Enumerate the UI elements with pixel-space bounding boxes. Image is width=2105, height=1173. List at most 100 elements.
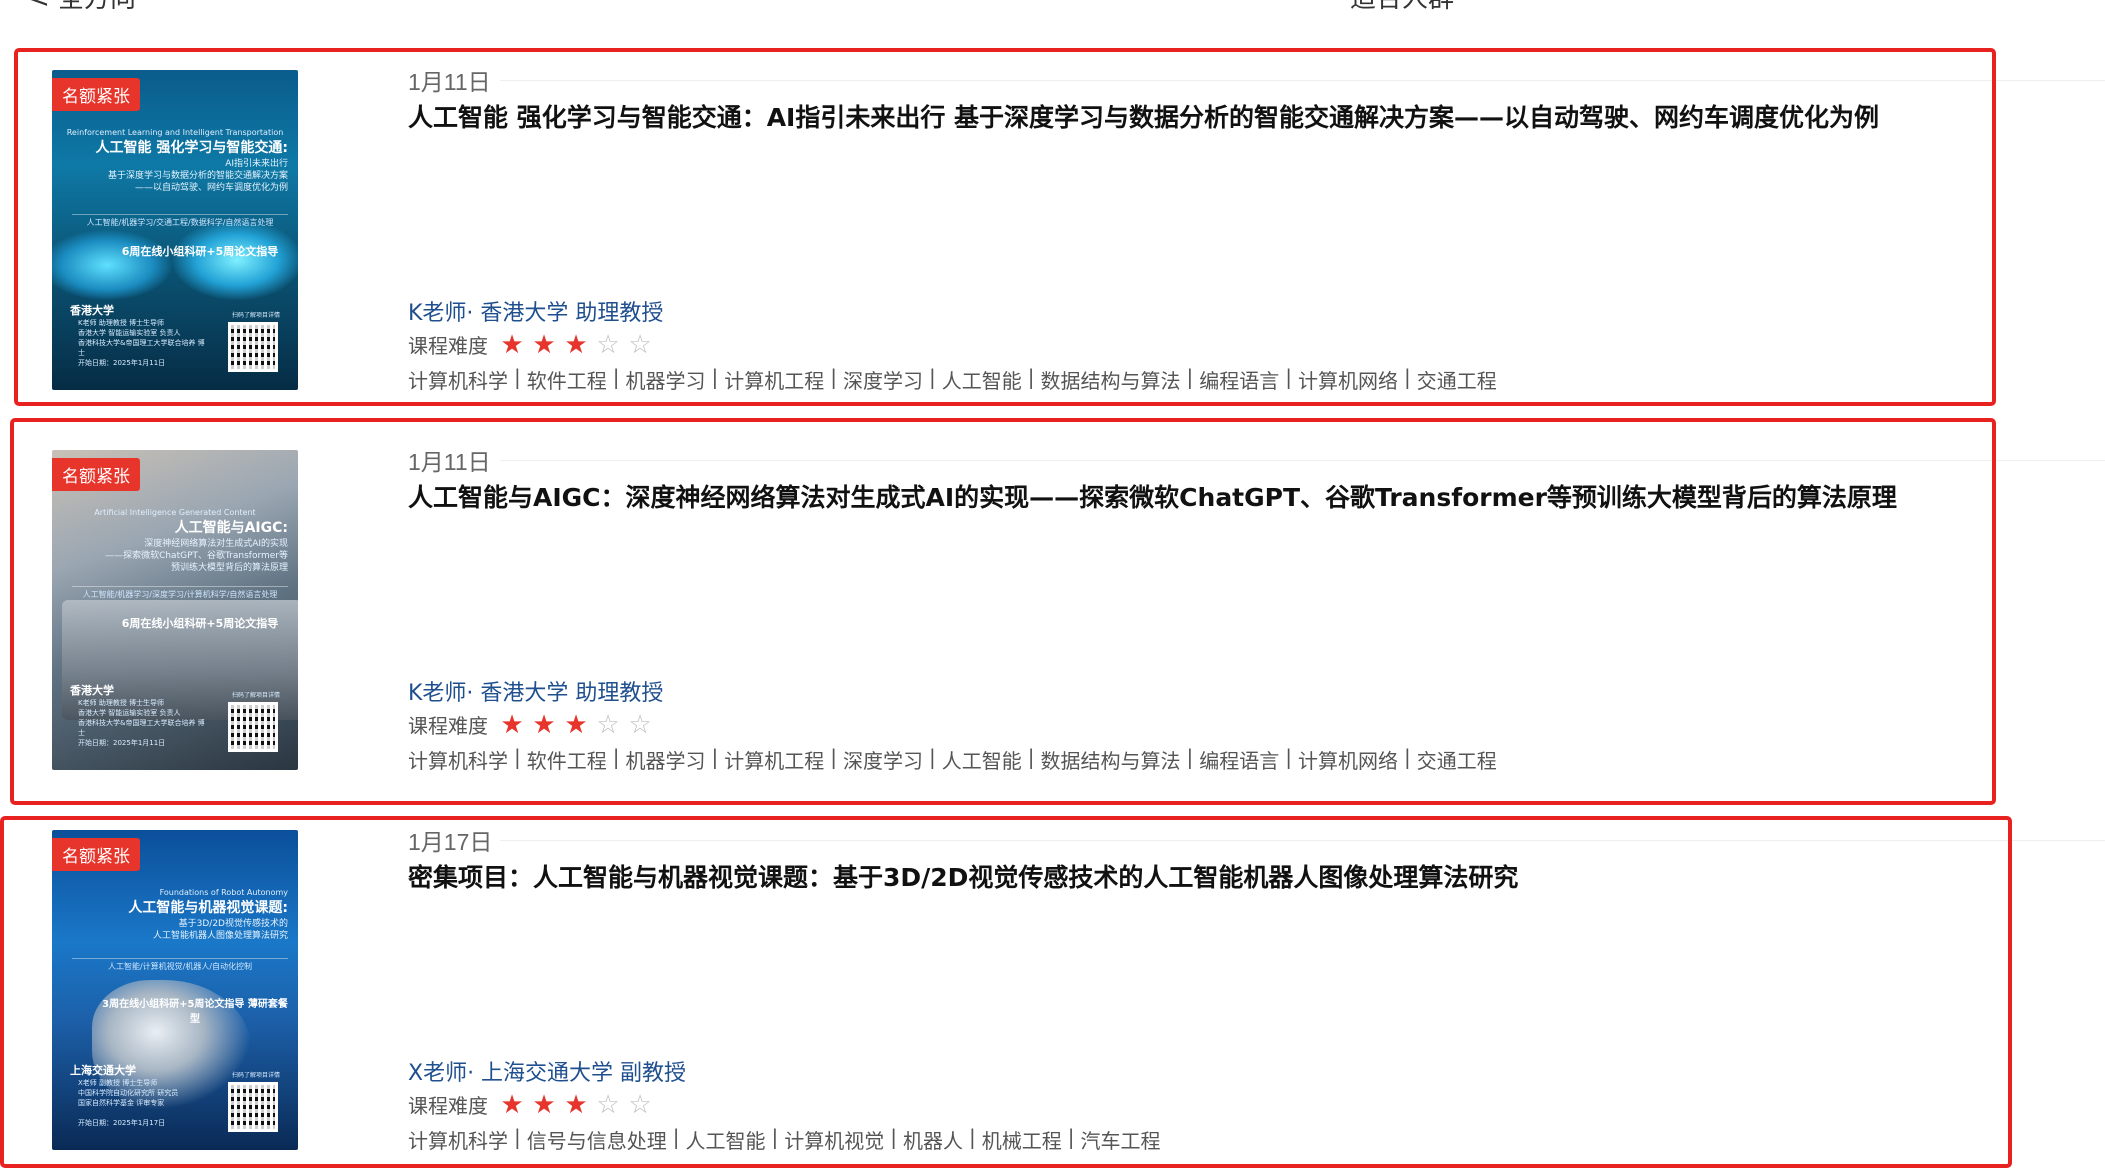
tag-separator: |	[672, 1125, 680, 1149]
course-teacher: K老师· 香港大学 助理教授	[408, 301, 664, 326]
course-tag[interactable]: 计算机网络	[1298, 745, 1398, 774]
course-date: 1月11日	[408, 449, 491, 475]
star-filled-icon: ★	[500, 329, 524, 360]
course-tag[interactable]: 信号与信息处理	[527, 1125, 667, 1154]
cover-teacher-line: K老师 助理教授 博士生导师	[78, 319, 165, 327]
course-tag[interactable]: 计算机工程	[724, 745, 824, 774]
status-badge: 名额紧张	[52, 78, 140, 111]
back-link[interactable]: < 全方向	[28, 0, 136, 15]
difficulty-label: 课程难度	[408, 334, 488, 358]
course-title-link[interactable]: 人工智能与AIGC：深度神经网络算法对生成式AI的实现——探索微软ChatGPT…	[408, 478, 1897, 514]
course-tags: 计算机科学 | 软件工程 | 机器学习 | 计算机工程 | 深度学习 | 人工智能 | 数据结构与算法 |…	[408, 745, 1497, 774]
course-tag[interactable]: 计算机科学	[408, 745, 508, 774]
course-tag[interactable]: 计算机网络	[1298, 365, 1398, 394]
tag-separator: |	[1027, 365, 1035, 389]
star-filled-icon: ★	[500, 1089, 524, 1120]
course-tag[interactable]: 数据结构与算法	[1041, 365, 1181, 394]
star-filled-icon: ★	[532, 709, 556, 740]
cover-subtitle: 基于深度学习与数据分析的智能交通解决方案	[107, 171, 288, 181]
course-tag[interactable]: 数据结构与算法	[1041, 745, 1181, 774]
cover-subtitle: AI指引未来出行	[225, 159, 288, 169]
cover-teacher-line: X老师 副教授 博士生导师	[78, 1079, 158, 1087]
course-title-link[interactable]: 人工智能 强化学习与智能交通：AI指引未来出行 基于深度学习与数据分析的智能交通…	[408, 98, 1879, 134]
star-filled-icon: ★	[500, 709, 524, 740]
tag-separator: |	[1067, 1125, 1075, 1149]
cover-title: 人工智能与AIGC:	[174, 520, 288, 536]
difficulty-label: 课程难度	[408, 714, 488, 738]
tag-separator: |	[514, 745, 521, 769]
course-tag[interactable]: 人工智能	[942, 365, 1022, 394]
course-tag[interactable]: 机器学习	[626, 365, 706, 394]
course-tag[interactable]: 计算机工程	[724, 365, 824, 394]
cover-teacher-line: 国家自然科学基金 评审专家	[78, 1099, 165, 1107]
car-illustration-icon	[52, 230, 172, 300]
course-tag[interactable]: 编程语言	[1199, 365, 1279, 394]
course-teacher: X老师· 上海交通大学 副教授	[408, 1061, 687, 1086]
course-tag[interactable]: 人工智能	[942, 745, 1022, 774]
course-tags: 计算机科学 | 信号与信息处理 | 人工智能 | 计算机视觉 | 机器人 | 机械工程 | 汽车工程	[408, 1125, 1161, 1154]
qr-code-icon	[228, 1082, 278, 1132]
course-tag[interactable]: 机械工程	[982, 1125, 1062, 1154]
course-card[interactable]: 名额紧张 Artificial Intelligence Generated C…	[0, 418, 2105, 805]
course-card[interactable]: 名额紧张 Foundations of Robot Autonomy 人工智能与…	[0, 816, 2105, 1168]
star-empty-icon: ☆	[628, 709, 652, 740]
difficulty-rating: ★ ★ ★ ☆ ☆	[496, 329, 656, 360]
tag-separator: |	[1404, 365, 1411, 389]
course-tag[interactable]: 计算机科学	[408, 365, 508, 394]
course-cover-image[interactable]: 名额紧张 Reinforcement Learning and Intellig…	[52, 70, 298, 390]
tag-separator: |	[1186, 745, 1194, 769]
course-tag[interactable]: 机器学习	[626, 745, 706, 774]
cover-promo: 6周在线小组科研+5周论文指导	[121, 245, 279, 258]
course-tag[interactable]: 交通工程	[1417, 365, 1497, 394]
star-filled-icon: ★	[564, 329, 588, 360]
cover-university: 香港大学	[70, 304, 114, 317]
course-card[interactable]: 名额紧张 Reinforcement Learning and Intellig…	[0, 48, 2105, 406]
cover-en-title: Artificial Intelligence Generated Conten…	[94, 508, 256, 517]
course-tag[interactable]: 软件工程	[527, 365, 607, 394]
course-cover-image[interactable]: 名额紧张 Artificial Intelligence Generated C…	[52, 450, 298, 770]
cover-subtitle: 预训练大模型背后的算法原理	[170, 563, 288, 573]
qr-caption: 扫码了解项目详情	[231, 312, 280, 319]
course-tags: 计算机科学 | 软件工程 | 机器学习 | 计算机工程 | 深度学习 | 人工智能 | 数据结构与算法 |…	[408, 365, 1497, 394]
course-tag[interactable]: 深度学习	[843, 745, 923, 774]
course-teacher: K老师· 香港大学 助理教授	[408, 681, 664, 706]
course-tag[interactable]: 汽车工程	[1081, 1125, 1161, 1154]
audience-filter-label: 适合人群	[1350, 0, 1454, 15]
qr-code-icon	[228, 322, 278, 372]
course-tag[interactable]: 编程语言	[1199, 745, 1279, 774]
cover-promo: 3周在线小组科研+5周论文指导 薄研套餐型	[102, 999, 288, 1025]
course-tag[interactable]: 人工智能	[686, 1125, 766, 1154]
cover-en-title: Foundations of Robot Autonomy	[159, 888, 288, 897]
course-cover-image[interactable]: 名额紧张 Foundations of Robot Autonomy 人工智能与…	[52, 830, 298, 1150]
tag-separator: |	[1186, 365, 1194, 389]
difficulty-label: 课程难度	[408, 1094, 488, 1118]
status-badge: 名额紧张	[52, 458, 140, 491]
tag-separator: |	[612, 365, 620, 389]
course-tag[interactable]: 交通工程	[1417, 745, 1497, 774]
cover-subtitle: 深度神经网络算法对生成式AI的实现	[144, 539, 288, 549]
tag-separator: |	[830, 365, 837, 389]
star-empty-icon: ☆	[596, 1089, 620, 1120]
tag-separator: |	[514, 365, 521, 389]
cover-tags: 人工智能/计算机视觉/机器人/自动化控制	[72, 958, 288, 972]
cover-teacher-line: 香港大学 智能运输实验室 负责人	[78, 329, 181, 337]
cover-subtitle: ——探索微软ChatGPT、谷歌Transformer等	[105, 551, 288, 561]
tag-separator: |	[1285, 745, 1292, 769]
star-filled-icon: ★	[564, 1089, 588, 1120]
tag-separator: |	[711, 745, 719, 769]
tag-separator: |	[1027, 745, 1035, 769]
tag-separator: |	[1285, 365, 1292, 389]
qr-caption: 扫码了解项目详情	[231, 692, 280, 699]
course-title-link[interactable]: 密集项目：人工智能与机器视觉课题：基于3D/2D视觉传感技术的人工智能机器人图像…	[408, 858, 1518, 894]
cover-teacher-line: 香港科技大学&帝国理工大学联合培养 博士	[78, 339, 205, 357]
course-difficulty: 课程难度 ★ ★ ★ ☆ ☆	[408, 1090, 656, 1119]
course-tag[interactable]: 机器人	[903, 1125, 963, 1154]
cover-tags: 人工智能/机器学习/深度学习/计算机科学/自然语言处理	[72, 586, 288, 600]
course-tag[interactable]: 深度学习	[843, 365, 923, 394]
tag-separator: |	[929, 365, 936, 389]
course-tag[interactable]: 计算机科学	[408, 1125, 508, 1154]
course-tag[interactable]: 计算机视觉	[784, 1125, 884, 1154]
difficulty-rating: ★ ★ ★ ☆ ☆	[496, 709, 656, 740]
cover-teacher-line: 香港科技大学&帝国理工大学联合培养 博士	[78, 719, 205, 737]
course-tag[interactable]: 软件工程	[527, 745, 607, 774]
